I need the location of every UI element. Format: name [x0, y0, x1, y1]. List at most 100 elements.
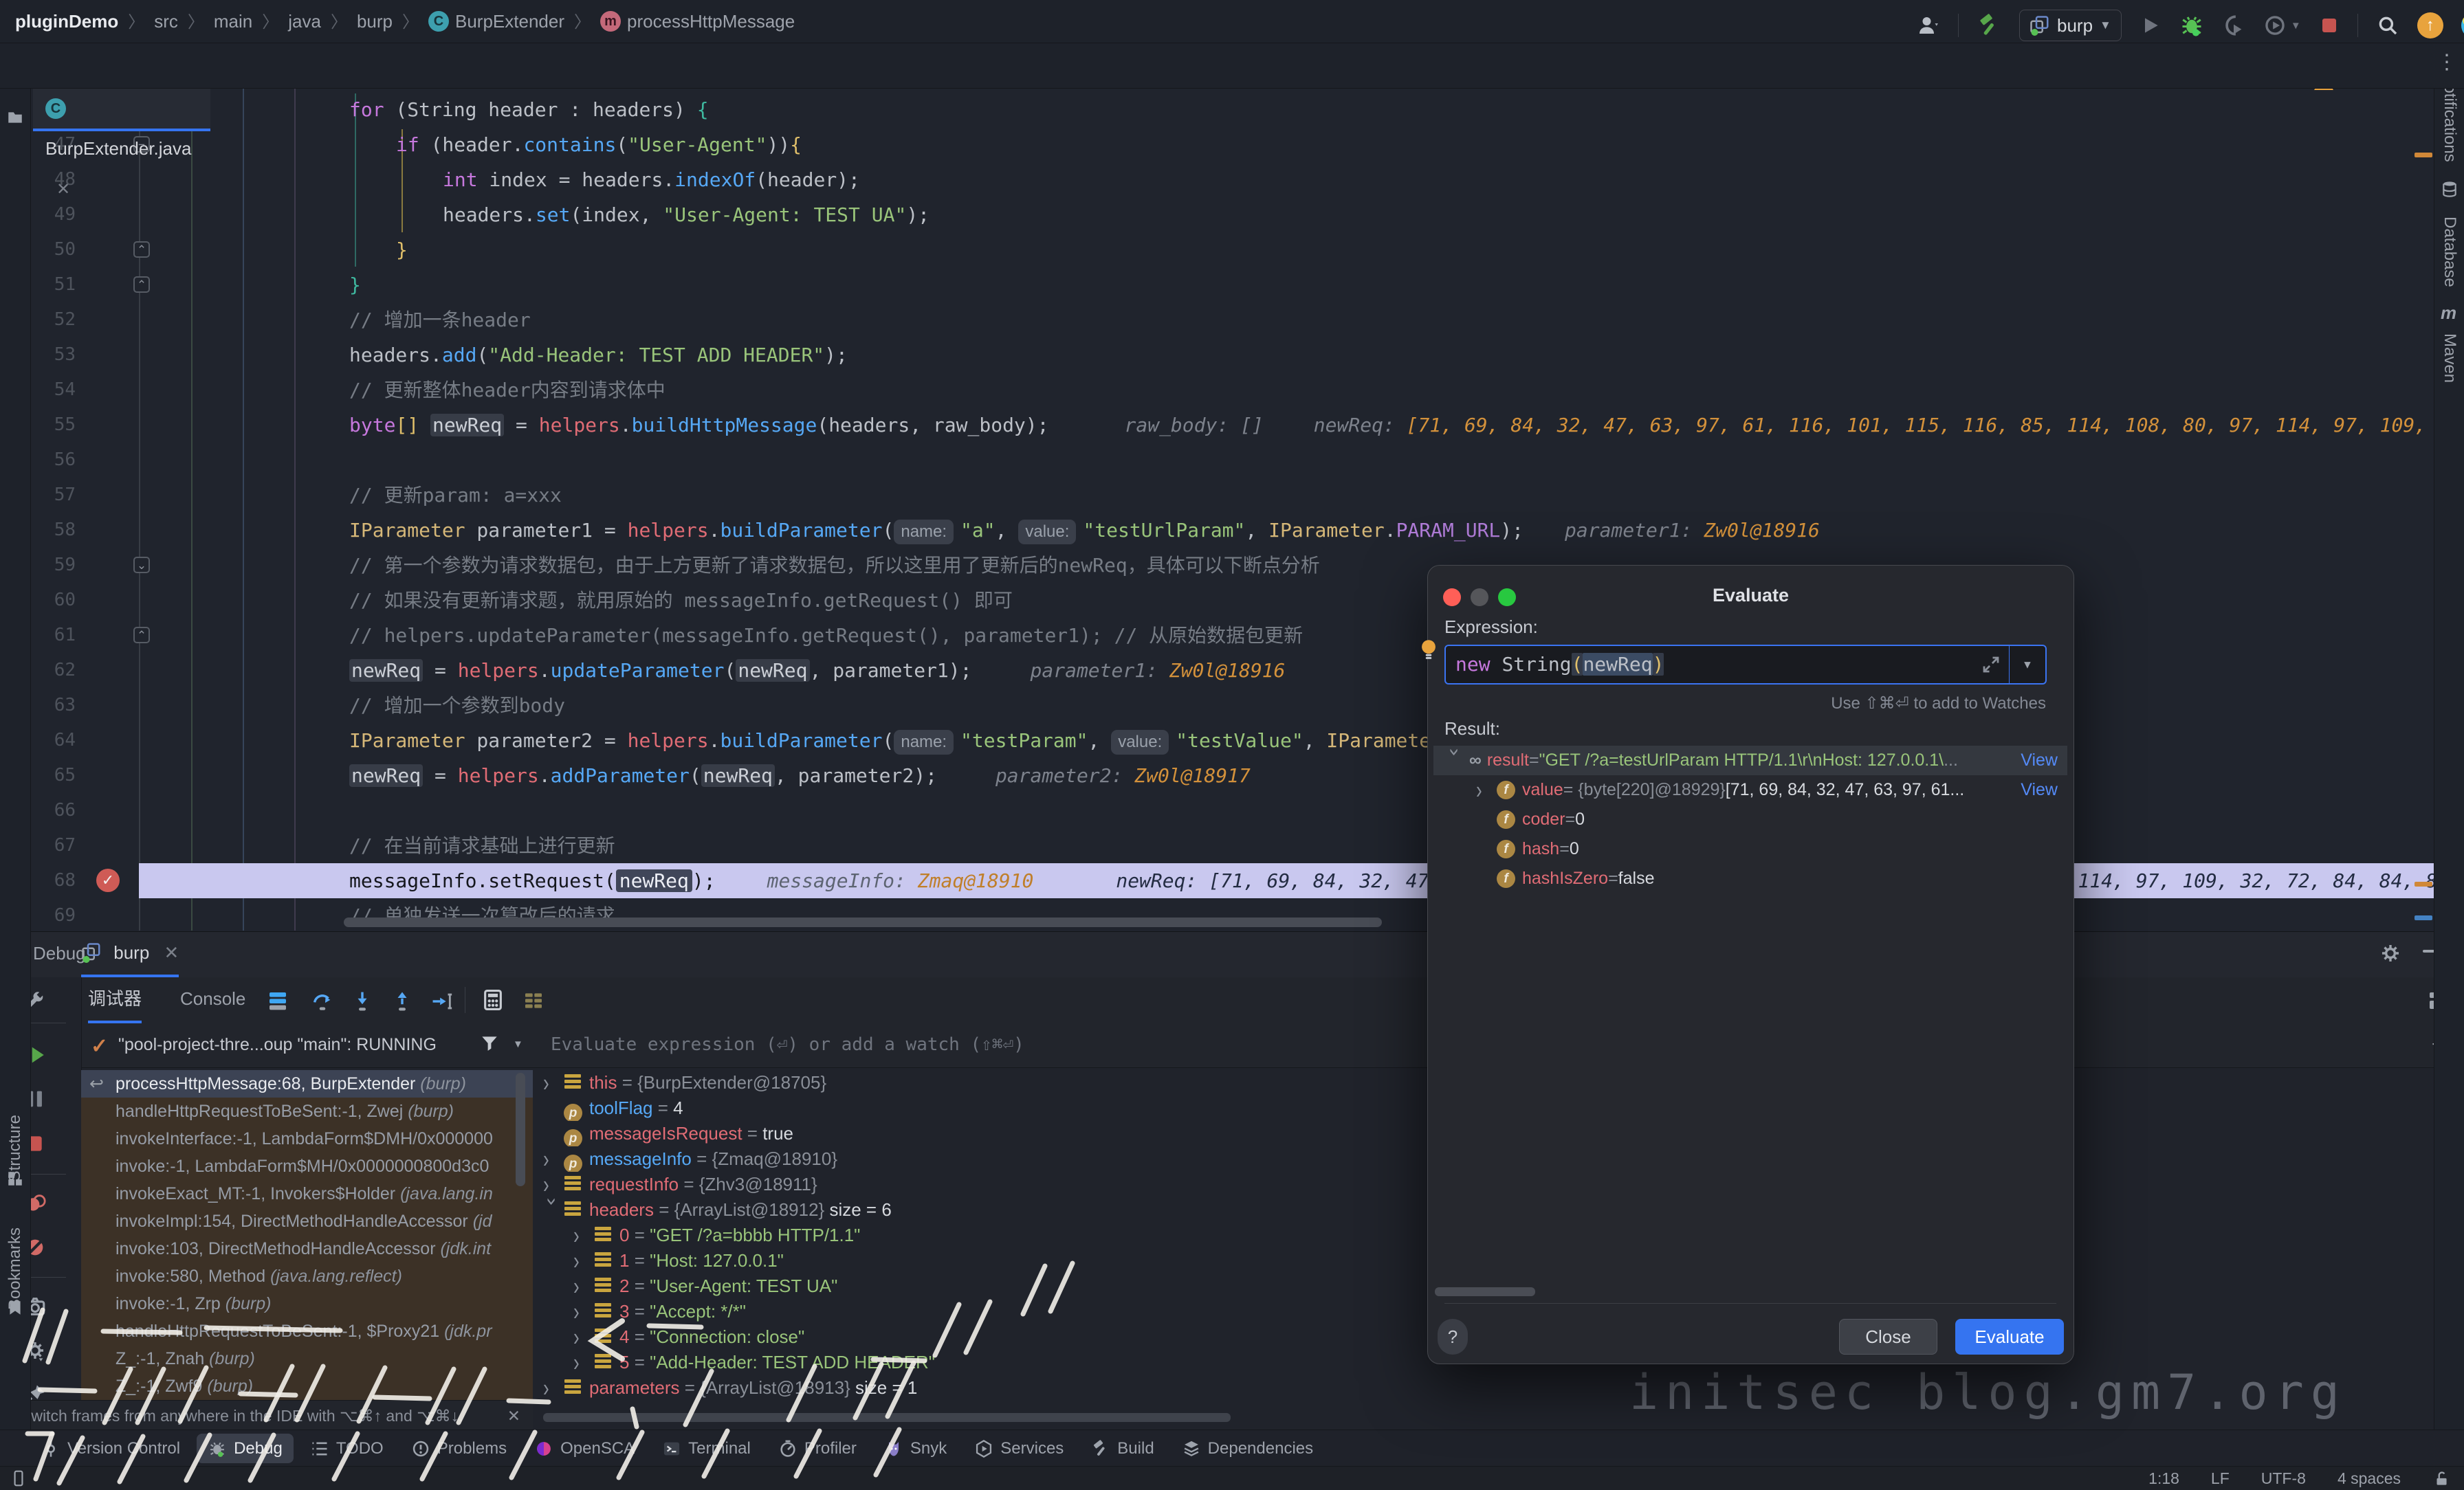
- status-item[interactable]: LF: [2211, 1467, 2230, 1490]
- expression-input[interactable]: new String(newReq) ▼: [1444, 645, 2047, 685]
- more-options-icon[interactable]: [522, 990, 544, 1012]
- device-icon[interactable]: [10, 1469, 28, 1487]
- frames-vscrollbar[interactable]: [516, 1073, 525, 1186]
- expand-chevron-icon[interactable]: ›: [573, 1299, 591, 1324]
- close-button[interactable]: Close: [1839, 1319, 1937, 1355]
- result-hscrollbar[interactable]: [1435, 1287, 1535, 1296]
- frame-row[interactable]: invokeInterface:-1, LambdaForm$DMH/0x000…: [81, 1125, 533, 1153]
- result-row[interactable]: ›fvalue = {byte[220]@18929} [71, 69, 84,…: [1433, 775, 2067, 805]
- debug-session-tab[interactable]: burp ✕: [81, 932, 179, 977]
- status-item[interactable]: UTF-8: [2261, 1467, 2306, 1490]
- code-line[interactable]: }: [349, 267, 361, 302]
- toolwindow-button-dependencies[interactable]: Dependencies: [1171, 1434, 1324, 1463]
- code-line[interactable]: // 增加一个参数到body: [349, 688, 565, 723]
- code-line[interactable]: // 第一个参数为请求数据包，由于上方更新了请求数据包，所以这里用了更新后的ne…: [349, 548, 1320, 583]
- search-everywhere-icon[interactable]: [2376, 14, 2399, 37]
- editor-hscrollbar[interactable]: [344, 918, 1382, 927]
- toolwindow-button-todo[interactable]: TODO: [299, 1434, 395, 1463]
- frame-row[interactable]: Z_:-1, Znah (burp): [81, 1345, 533, 1372]
- expand-chevron-icon[interactable]: ›: [543, 1070, 561, 1096]
- result-row[interactable]: fcoder = 0: [1433, 805, 2067, 834]
- run-to-cursor-icon[interactable]: [430, 990, 454, 1013]
- frame-row[interactable]: handleHttpRequestToBeSent:-1, Zwej (burp…: [81, 1098, 533, 1125]
- fold-marker-icon[interactable]: ⌃: [133, 276, 150, 293]
- code-line[interactable]: IParameter parameter1 = helpers.buildPar…: [349, 513, 1820, 548]
- layout-icon[interactable]: [267, 990, 289, 1012]
- sidebar-item-maven[interactable]: Maven: [2440, 333, 2459, 383]
- code-line[interactable]: // 在当前请求基础上进行更新: [349, 828, 615, 863]
- code-line[interactable]: if (header.contains("User-Agent")){: [396, 127, 802, 162]
- error-stripe-mark[interactable]: [2414, 915, 2432, 920]
- expand-chevron-icon[interactable]: ›: [543, 1197, 565, 1222]
- result-row[interactable]: fhashIsZero = false: [1433, 864, 2067, 893]
- sidebar-item-bookmarks[interactable]: Bookmarks: [6, 1227, 25, 1310]
- code-line[interactable]: newReq = helpers.updateParameter(newReq,…: [349, 653, 1285, 688]
- expand-chevron-icon[interactable]: ›: [573, 1223, 591, 1248]
- toolwindow-button-problems[interactable]: Problems: [400, 1434, 518, 1463]
- code-line[interactable]: byte[] newReq = helpers.buildHttpMessage…: [349, 408, 2434, 443]
- help-button[interactable]: ?: [1438, 1319, 1468, 1355]
- editor-options-kebab-icon[interactable]: ⋮: [2436, 50, 2457, 74]
- frame-row[interactable]: invoke:580, Method (java.lang.reflect): [81, 1263, 533, 1290]
- close-icon[interactable]: ✕: [507, 1401, 520, 1431]
- result-row[interactable]: fhash = 0: [1433, 834, 2067, 864]
- intention-bulb-icon[interactable]: [1417, 637, 1440, 660]
- code-line[interactable]: // 增加一条header: [349, 302, 531, 337]
- evaluate-expression-icon[interactable]: [481, 988, 505, 1012]
- tab-debugger[interactable]: 调试器: [88, 977, 142, 1023]
- toolwindow-button-debug[interactable]: Debug: [197, 1434, 294, 1463]
- status-item[interactable]: 1:18: [2148, 1467, 2179, 1490]
- expand-chevron-icon[interactable]: ›: [1440, 748, 1470, 772]
- breadcrumb-item[interactable]: main: [214, 0, 252, 43]
- expand-icon[interactable]: [1981, 654, 2001, 675]
- breakpoint-icon[interactable]: ✓: [96, 869, 120, 892]
- build-hammer-icon[interactable]: [1977, 13, 2001, 38]
- tab-console[interactable]: Console: [180, 977, 245, 1021]
- filter-funnel-icon[interactable]: [478, 1033, 500, 1055]
- toolwindow-button-opensca[interactable]: OpenSCA: [523, 1434, 646, 1463]
- frame-row[interactable]: Z_:-1, Zwf9 (burp): [81, 1372, 533, 1400]
- coverage-icon[interactable]: ▼: [2263, 14, 2301, 37]
- expand-chevron-icon[interactable]: ›: [1476, 775, 1494, 805]
- unlock-icon[interactable]: [2432, 1470, 2450, 1488]
- expand-chevron-icon[interactable]: ›: [573, 1274, 591, 1299]
- code-line[interactable]: }: [396, 232, 408, 267]
- fold-marker-icon[interactable]: ⌃: [133, 627, 150, 643]
- view-link[interactable]: View: [2021, 746, 2058, 775]
- profile-icon[interactable]: [1915, 13, 1940, 38]
- toolwindow-button-build[interactable]: Build: [1080, 1434, 1165, 1463]
- error-stripe-mark[interactable]: [2414, 153, 2432, 157]
- history-dropdown-icon[interactable]: ▼: [2009, 646, 2045, 683]
- breadcrumb-item[interactable]: mprocessHttpMessage: [600, 0, 795, 43]
- sidebar-item-database[interactable]: Database: [2440, 216, 2459, 287]
- error-stripe-mark[interactable]: [2414, 882, 2432, 887]
- fold-marker-icon[interactable]: ⌃: [133, 241, 150, 258]
- evaluate-button[interactable]: Evaluate: [1955, 1319, 2064, 1355]
- code-line[interactable]: headers.add("Add-Header: TEST ADD HEADER…: [349, 337, 848, 372]
- close-icon[interactable]: ✕: [56, 180, 70, 199]
- update-available-icon[interactable]: ↑: [2417, 12, 2443, 38]
- close-icon[interactable]: ✕: [164, 942, 179, 963]
- code-line[interactable]: // 如果没有更新请求题，就用原始的 messageInfo.getReques…: [349, 583, 1013, 618]
- breadcrumb-item[interactable]: java: [288, 0, 321, 43]
- expand-chevron-icon[interactable]: ›: [543, 1375, 561, 1401]
- settings-gear-icon[interactable]: [2379, 942, 2402, 965]
- status-item[interactable]: 4 spaces: [2338, 1467, 2401, 1490]
- expand-chevron-icon[interactable]: ›: [573, 1248, 591, 1274]
- code-line[interactable]: // 更新整体header内容到请求体中: [349, 372, 666, 408]
- breadcrumb-item[interactable]: pluginDemo: [15, 0, 118, 43]
- code-line[interactable]: newReq = helpers.addParameter(newReq, pa…: [349, 758, 1251, 793]
- step-into-icon[interactable]: [351, 990, 374, 1013]
- toolwindow-button-terminal[interactable]: Terminal: [651, 1434, 762, 1463]
- expand-chevron-icon[interactable]: ›: [573, 1350, 591, 1375]
- expand-chevron-icon[interactable]: ›: [573, 1324, 591, 1350]
- frame-row[interactable]: invoke:103, DirectMethodHandleAccessor (…: [81, 1235, 533, 1263]
- profiler-attach-icon[interactable]: [2222, 14, 2245, 37]
- breadcrumb-item[interactable]: CBurpExtender: [428, 0, 564, 43]
- stop-button[interactable]: [2319, 15, 2340, 36]
- code-line[interactable]: for (String header : headers) {: [349, 92, 709, 127]
- breadcrumb-item[interactable]: src: [154, 0, 178, 43]
- step-over-icon[interactable]: [311, 990, 334, 1013]
- run-button[interactable]: [2140, 14, 2162, 36]
- run-config-chip[interactable]: burp ▼: [2019, 10, 2122, 41]
